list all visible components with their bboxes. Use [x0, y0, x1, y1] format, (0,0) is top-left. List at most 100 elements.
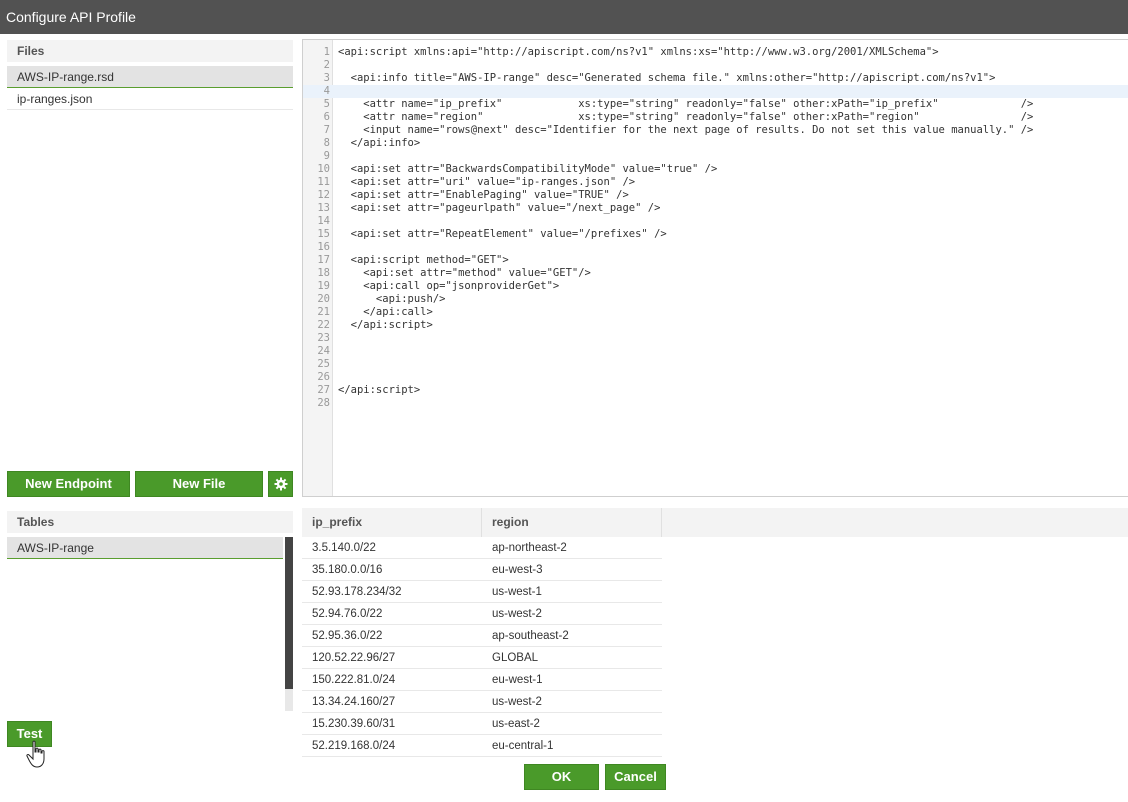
table-row[interactable]: 52.94.76.0/22 us-west-2 [302, 603, 662, 625]
line-number: 21 [317, 306, 330, 318]
code-line[interactable]: 18 <api:set attr="method" value="GET"/> [303, 267, 1128, 280]
line-number: 17 [317, 254, 330, 266]
cell-region: us-west-2 [492, 696, 542, 708]
code-text: <api:script xmlns:api="http://apiscript.… [338, 46, 939, 58]
code-line[interactable]: 10 <api:set attr="BackwardsCompatibility… [303, 163, 1128, 176]
column-header-ip-prefix[interactable]: ip_prefix [302, 508, 482, 537]
code-text: <api:push/> [338, 293, 446, 305]
code-line[interactable]: 13 <api:set attr="pageurlpath" value="/n… [303, 202, 1128, 215]
tables-scroll-thumb[interactable] [285, 537, 293, 689]
code-text: <api:set attr="pageurlpath" value="/next… [338, 202, 661, 214]
cell-ip-prefix: 52.94.76.0/22 [312, 608, 383, 620]
code-line[interactable]: 15 <api:set attr="RepeatElement" value="… [303, 228, 1128, 241]
line-number: 1 [323, 46, 330, 58]
cell-ip-prefix: 13.34.24.160/27 [312, 696, 396, 708]
table-row[interactable]: 150.222.81.0/24 eu-west-1 [302, 669, 662, 691]
table-row[interactable]: 52.219.168.0/24 eu-central-1 [302, 735, 662, 757]
line-number: 9 [323, 150, 330, 162]
line-number: 23 [317, 332, 330, 344]
code-line[interactable]: 17 <api:script method="GET"> [303, 254, 1128, 267]
cell-ip-prefix: 120.52.22.96/27 [312, 652, 396, 664]
table-item-aws-ip-range[interactable]: AWS-IP-range [7, 537, 283, 559]
cell-ip-prefix: 52.95.36.0/22 [312, 630, 383, 642]
code-text: <api:set attr="RepeatElement" value="/pr… [338, 228, 667, 240]
line-number: 13 [317, 202, 330, 214]
cell-ip-prefix: 52.93.178.234/32 [312, 586, 402, 598]
ok-button[interactable]: OK [524, 764, 599, 790]
code-line[interactable]: 3 <api:info title="AWS-IP-range" desc="G… [303, 72, 1128, 85]
settings-button[interactable] [268, 471, 293, 497]
code-line[interactable]: 4 [303, 85, 1128, 98]
line-number: 5 [323, 98, 330, 110]
cell-region: GLOBAL [492, 652, 539, 664]
code-line[interactable]: 22 </api:script> [303, 319, 1128, 332]
code-line[interactable]: 7 <input name="rows@next" desc="Identifi… [303, 124, 1128, 137]
code-line[interactable]: 1 <api:script xmlns:api="http://apiscript… [303, 46, 1128, 59]
new-file-button[interactable]: New File [135, 471, 263, 497]
code-line[interactable]: 5 <attr name="ip_prefix" xs:type="string… [303, 98, 1128, 111]
line-number: 3 [323, 72, 330, 84]
table-row[interactable]: 15.230.39.60/31 us-east-2 [302, 713, 662, 735]
code-line[interactable]: 14 [303, 215, 1128, 228]
new-endpoint-button[interactable]: New Endpoint [7, 471, 130, 497]
cell-region: eu-west-1 [492, 674, 543, 686]
cell-region: us-west-2 [492, 608, 542, 620]
line-number: 11 [317, 176, 330, 188]
line-number: 27 [317, 384, 330, 396]
hand-pointer-icon [26, 740, 45, 768]
code-text: <attr name="ip_prefix" xs:type="string" … [338, 98, 1034, 110]
code-text: <api:set attr="EnablePaging" value="TRUE… [338, 189, 629, 201]
code-line[interactable]: 2 [303, 59, 1128, 72]
code-line[interactable]: 27 </api:script> [303, 384, 1128, 397]
code-line[interactable]: 9 [303, 150, 1128, 163]
code-line[interactable]: 24 [303, 345, 1128, 358]
table-row[interactable]: 52.95.36.0/22 ap-southeast-2 [302, 625, 662, 647]
window-title: Configure API Profile [0, 0, 1128, 34]
tables-scrollbar[interactable] [285, 537, 293, 711]
line-number: 20 [317, 293, 330, 305]
cell-ip-prefix: 3.5.140.0/22 [312, 542, 376, 554]
line-number: 10 [317, 163, 330, 175]
code-line[interactable]: 25 [303, 358, 1128, 371]
line-number: 18 [317, 267, 330, 279]
cell-region: eu-west-3 [492, 564, 543, 576]
code-text: <api:script method="GET"> [338, 254, 509, 266]
line-number: 25 [317, 358, 330, 370]
table-row[interactable]: 52.93.178.234/32 us-west-1 [302, 581, 662, 603]
cell-ip-prefix: 35.180.0.0/16 [312, 564, 383, 576]
code-text: </api:script> [338, 384, 421, 396]
line-number: 2 [323, 59, 330, 71]
table-row[interactable]: 35.180.0.0/16 eu-west-3 [302, 559, 662, 581]
code-line[interactable]: 12 <api:set attr="EnablePaging" value="T… [303, 189, 1128, 202]
line-number: 4 [323, 85, 330, 97]
table-row[interactable]: 120.52.22.96/27 GLOBAL [302, 647, 662, 669]
line-number: 12 [317, 189, 330, 201]
code-line[interactable]: 28 [303, 397, 1128, 410]
line-number: 24 [317, 345, 330, 357]
code-line[interactable]: 23 [303, 332, 1128, 345]
file-item-ip-ranges-json[interactable]: ip-ranges.json [7, 88, 293, 110]
cell-region: eu-central-1 [492, 740, 554, 752]
cancel-button[interactable]: Cancel [605, 764, 666, 790]
code-line[interactable]: 8 </api:info> [303, 137, 1128, 150]
file-item-aws-ip-range-rsd[interactable]: AWS-IP-range.rsd [7, 66, 293, 88]
code-line[interactable]: 26 [303, 371, 1128, 384]
code-line[interactable]: 6 <attr name="region" xs:type="string" r… [303, 111, 1128, 124]
code-text: <api:set attr="uri" value="ip-ranges.jso… [338, 176, 636, 188]
column-header-region[interactable]: region [482, 508, 662, 537]
code-text: <attr name="region" xs:type="string" rea… [338, 111, 1034, 123]
table-row[interactable]: 3.5.140.0/22 ap-northeast-2 [302, 537, 662, 559]
code-editor[interactable]: 1 <api:script xmlns:api="http://apiscript… [302, 39, 1128, 497]
code-line[interactable]: 20 <api:push/> [303, 293, 1128, 306]
code-line[interactable]: 11 <api:set attr="uri" value="ip-ranges.… [303, 176, 1128, 189]
code-line[interactable]: 19 <api:call op="jsonproviderGet"> [303, 280, 1128, 293]
line-number: 8 [323, 137, 330, 149]
code-line[interactable]: 16 [303, 241, 1128, 254]
line-number: 7 [323, 124, 330, 136]
code-line[interactable]: 21 </api:call> [303, 306, 1128, 319]
line-number: 26 [317, 371, 330, 383]
code-text: </api:info> [338, 137, 421, 149]
line-number: 22 [317, 319, 330, 331]
table-row[interactable]: 13.34.24.160/27 us-west-2 [302, 691, 662, 713]
gear-icon [274, 477, 287, 491]
